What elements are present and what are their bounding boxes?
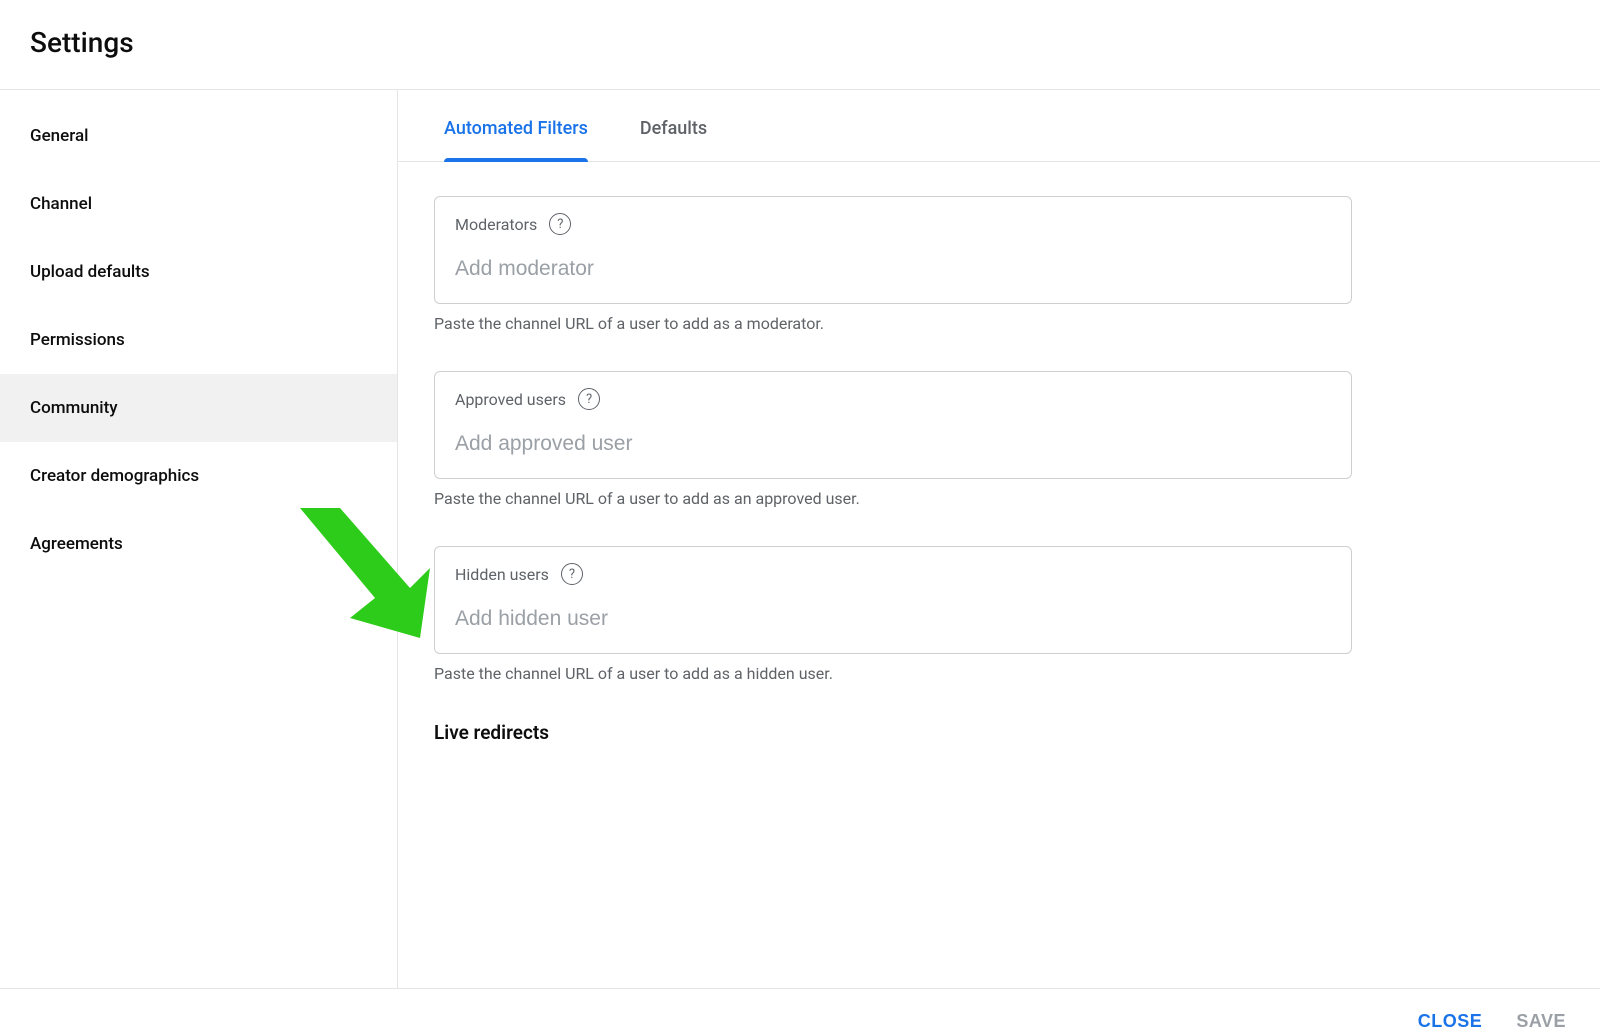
dialog-footer: CLOSE SAVE — [0, 988, 1600, 1032]
approved-users-card: Approved users ? — [434, 371, 1352, 479]
moderators-label: Moderators — [455, 215, 537, 234]
sidebar-item-community[interactable]: Community — [0, 374, 397, 442]
hidden-users-input[interactable] — [455, 607, 1331, 631]
dialog-header: Settings — [0, 0, 1600, 90]
help-icon[interactable]: ? — [561, 563, 583, 585]
dialog-body: General Channel Upload defaults Permissi… — [0, 90, 1600, 988]
live-redirects-title: Live redirects — [434, 721, 1352, 744]
moderators-helper: Paste the channel URL of a user to add a… — [434, 314, 1352, 333]
settings-main: Automated Filters Defaults Moderators ? … — [398, 90, 1600, 988]
community-tabs: Automated Filters Defaults — [398, 90, 1600, 162]
sidebar-item-permissions[interactable]: Permissions — [0, 306, 397, 374]
help-icon[interactable]: ? — [578, 388, 600, 410]
moderators-label-row: Moderators ? — [455, 213, 1331, 235]
settings-dialog: Settings General Channel Upload defaults… — [0, 0, 1600, 1032]
dialog-title: Settings — [30, 26, 1600, 59]
moderators-card: Moderators ? — [434, 196, 1352, 304]
hidden-users-label: Hidden users — [455, 565, 549, 584]
approved-users-input[interactable] — [455, 432, 1331, 456]
sidebar-item-general[interactable]: General — [0, 102, 397, 170]
hidden-users-card: Hidden users ? — [434, 546, 1352, 654]
hidden-users-helper: Paste the channel URL of a user to add a… — [434, 664, 1352, 683]
sidebar-item-upload-defaults[interactable]: Upload defaults — [0, 238, 397, 306]
sidebar-item-creator-demographics[interactable]: Creator demographics — [0, 442, 397, 510]
close-button[interactable]: CLOSE — [1418, 1011, 1483, 1032]
sidebar-item-channel[interactable]: Channel — [0, 170, 397, 238]
moderators-input[interactable] — [455, 257, 1331, 281]
hidden-users-label-row: Hidden users ? — [455, 563, 1331, 585]
save-button[interactable]: SAVE — [1516, 1011, 1566, 1032]
help-icon[interactable]: ? — [549, 213, 571, 235]
approved-users-helper: Paste the channel URL of a user to add a… — [434, 489, 1352, 508]
automated-filters-content: Moderators ? Paste the channel URL of a … — [398, 162, 1600, 988]
settings-sidebar: General Channel Upload defaults Permissi… — [0, 90, 398, 988]
approved-users-label: Approved users — [455, 390, 566, 409]
sidebar-item-agreements[interactable]: Agreements — [0, 510, 397, 578]
tab-automated-filters[interactable]: Automated Filters — [444, 118, 588, 161]
tab-defaults[interactable]: Defaults — [640, 118, 707, 161]
approved-users-label-row: Approved users ? — [455, 388, 1331, 410]
